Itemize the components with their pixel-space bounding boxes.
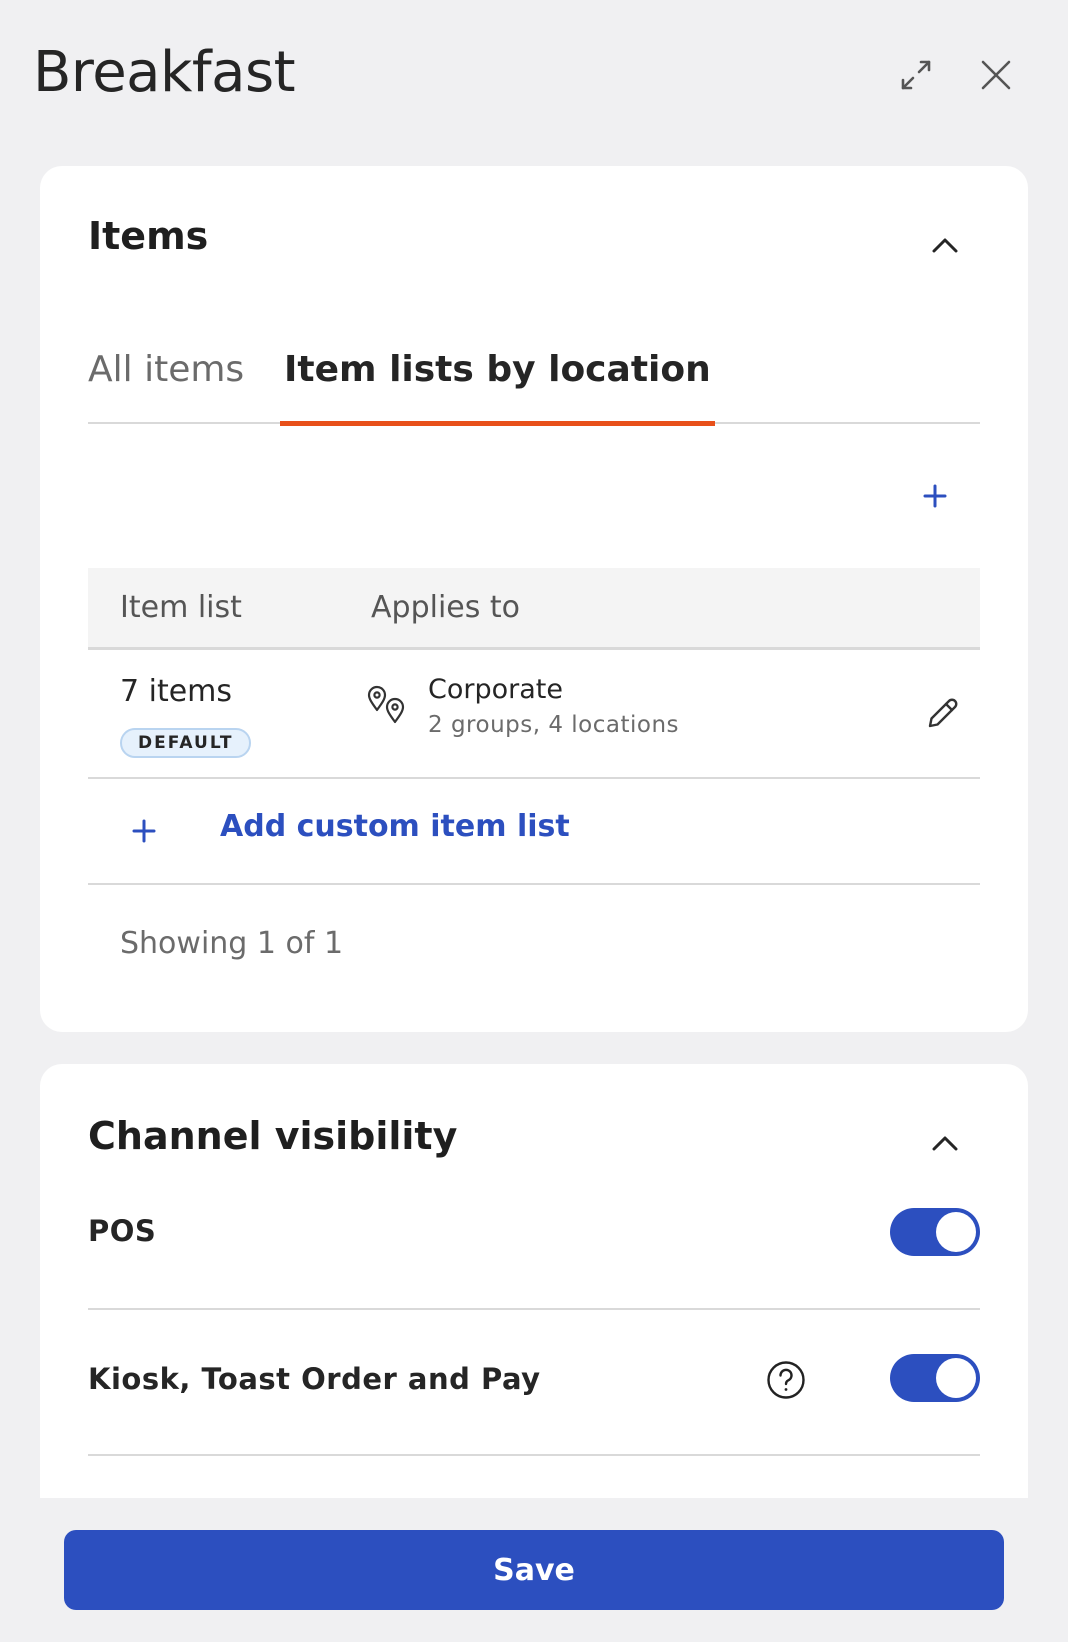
close-x-icon bbox=[981, 60, 1011, 90]
items-section-title: Items bbox=[88, 214, 209, 258]
channel-label: POS bbox=[88, 1214, 157, 1248]
pencil-icon bbox=[928, 698, 958, 728]
items-collapse-button[interactable] bbox=[920, 221, 970, 271]
side-panel: Breakfast Items All items Item lists by … bbox=[0, 0, 1068, 1642]
panel-footer: Save bbox=[0, 1498, 1068, 1642]
edit-item-list-button[interactable] bbox=[918, 690, 966, 738]
pos-toggle[interactable] bbox=[890, 1208, 980, 1256]
expand-arrows-icon bbox=[901, 60, 931, 90]
add-item-list-button[interactable] bbox=[910, 471, 960, 521]
panel-header: Breakfast bbox=[0, 0, 1068, 150]
chevron-up-icon bbox=[932, 1136, 958, 1151]
help-question-icon[interactable] bbox=[764, 1358, 808, 1402]
table-header: Item list Applies to bbox=[88, 568, 980, 650]
tab-item-lists-by-location[interactable]: Item lists by location bbox=[280, 336, 715, 426]
expand-button[interactable] bbox=[891, 50, 941, 100]
items-tabs: All items Item lists by location bbox=[88, 336, 980, 426]
toggle-knob bbox=[936, 1358, 976, 1398]
pagination-summary: Showing 1 of 1 bbox=[120, 926, 344, 961]
plus-icon bbox=[132, 819, 156, 843]
save-button[interactable]: Save bbox=[64, 1530, 1004, 1610]
items-card: Items All items Item lists by location I… bbox=[40, 166, 1028, 1032]
plus-icon bbox=[923, 484, 947, 508]
column-header-item-list: Item list bbox=[120, 590, 242, 625]
toggle-knob bbox=[936, 1212, 976, 1252]
channel-visibility-title: Channel visibility bbox=[88, 1114, 458, 1158]
page-title: Breakfast bbox=[33, 40, 296, 105]
tab-all-items[interactable]: All items bbox=[88, 336, 244, 424]
location-detail: 2 groups, 4 locations bbox=[428, 712, 680, 738]
default-badge: DEFAULT bbox=[120, 728, 252, 758]
channel-collapse-button[interactable] bbox=[920, 1119, 970, 1169]
add-custom-item-list-label: Add custom item list bbox=[220, 809, 570, 844]
item-lists-table: Item list Applies to 7 items DEFAULT Cor… bbox=[88, 568, 980, 885]
close-button[interactable] bbox=[971, 50, 1021, 100]
add-custom-item-list-button[interactable]: Add custom item list bbox=[88, 779, 980, 885]
channel-row-pos: POS bbox=[88, 1170, 980, 1310]
channel-label: Kiosk, Toast Order and Pay bbox=[88, 1362, 541, 1396]
item-count: 7 items bbox=[120, 674, 233, 709]
chevron-up-icon bbox=[932, 238, 958, 253]
table-row: 7 items DEFAULT Corporate 2 groups, 4 lo… bbox=[88, 650, 980, 779]
column-header-applies-to: Applies to bbox=[371, 590, 521, 625]
location-name: Corporate bbox=[428, 674, 563, 705]
kiosk-toggle[interactable] bbox=[890, 1354, 980, 1402]
channel-row-kiosk: Kiosk, Toast Order and Pay bbox=[88, 1312, 980, 1456]
locations-pin-icon bbox=[367, 685, 405, 724]
